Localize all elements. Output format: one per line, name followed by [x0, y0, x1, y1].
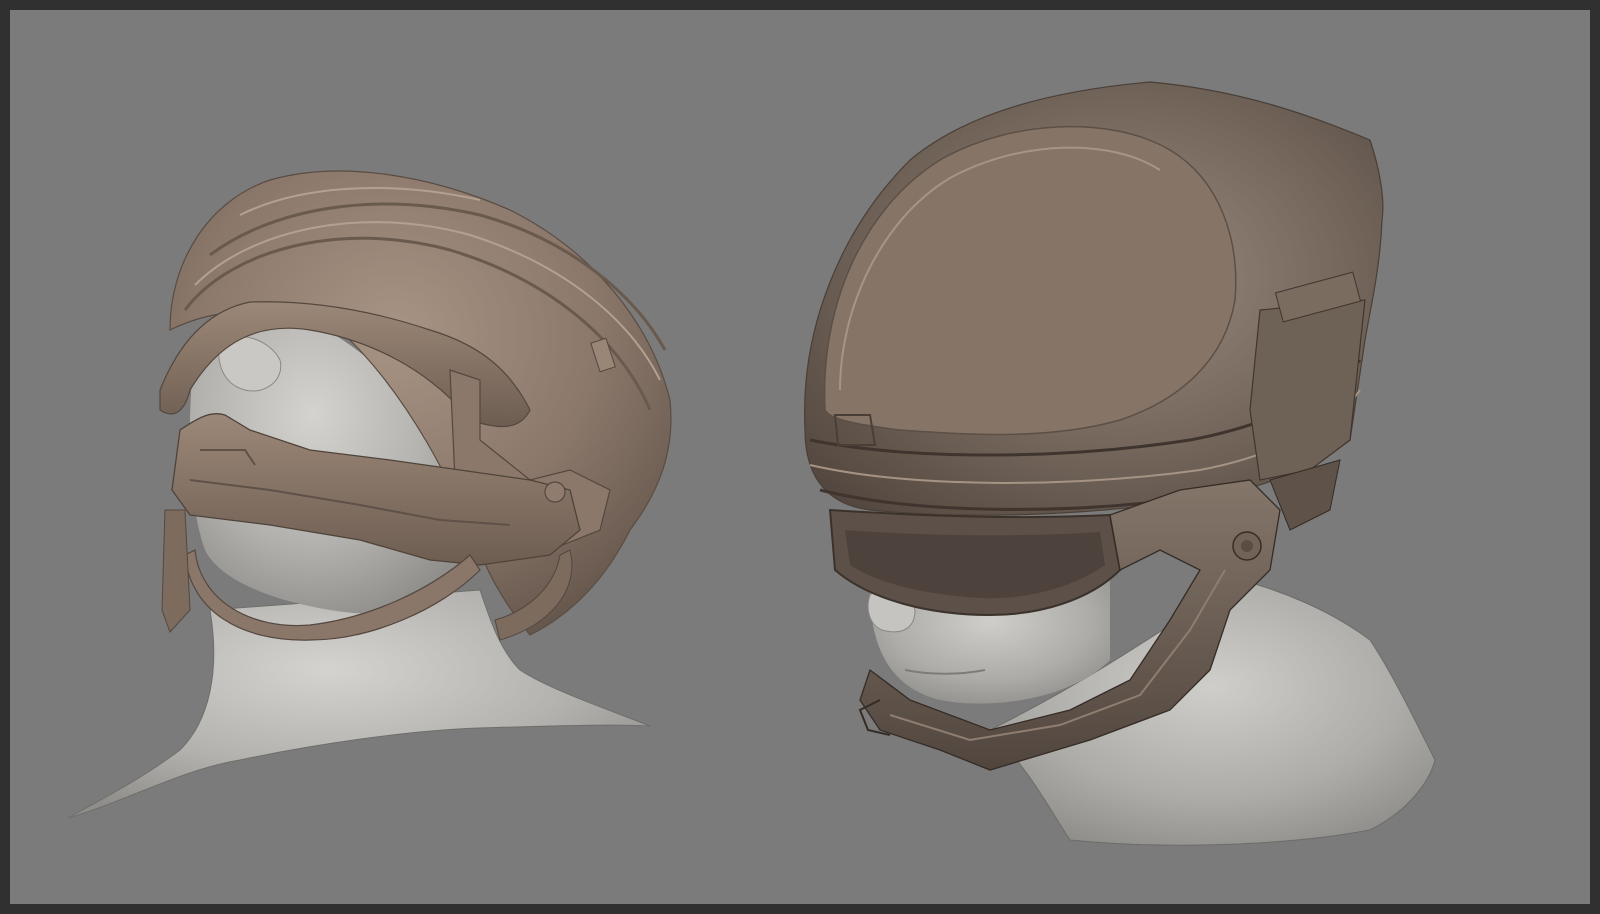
render-canvas — [67, 81, 1436, 846]
right-side-plate — [1249, 299, 1366, 481]
3d-viewport[interactable] — [10, 10, 1590, 904]
canvas-frame — [0, 0, 1600, 914]
left-cheek-plate — [161, 509, 191, 633]
right-dome-panel — [823, 125, 1237, 436]
helmet-model-left[interactable] — [67, 170, 672, 819]
helmet-model-right[interactable] — [803, 81, 1436, 846]
right-hinge-core — [1241, 540, 1253, 552]
left-hinge-stud — [544, 481, 566, 503]
